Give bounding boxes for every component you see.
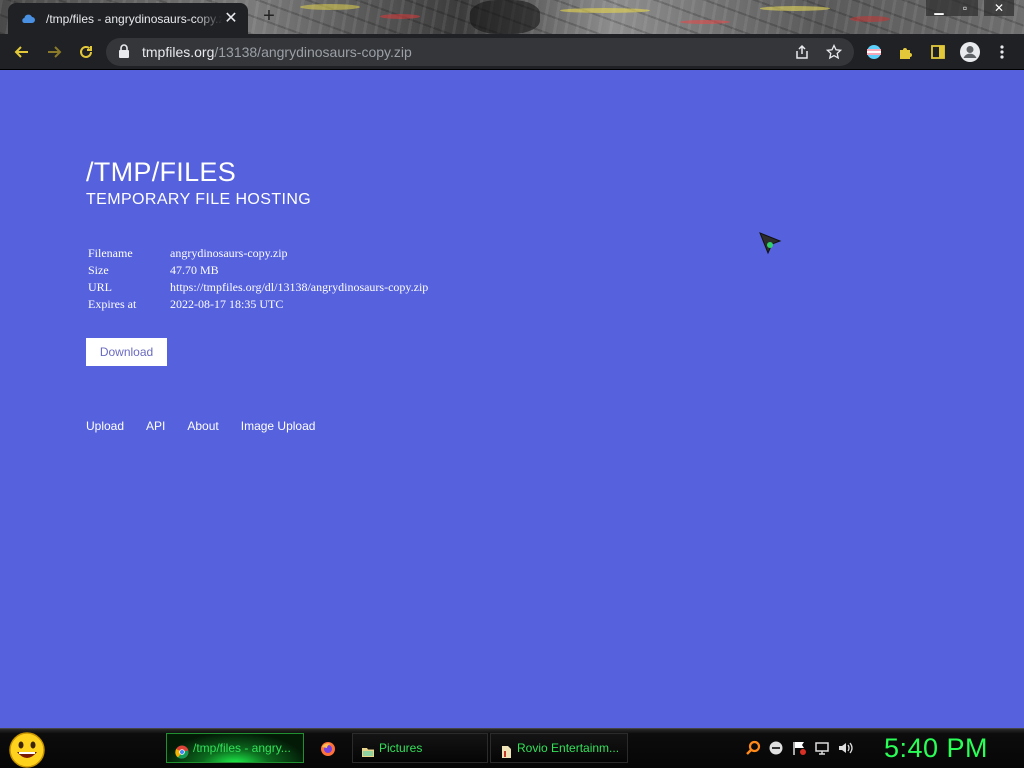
footer-link-about[interactable]: About [187,419,218,433]
url-path: /13138/angrydinosaurs-copy.zip [214,44,412,60]
taskbar-task-label: Rovio Entertainm... [517,741,620,755]
tab-title: /tmp/files - angrydinosaurs-copy.zip [46,11,222,26]
address-bar[interactable]: tmpfiles.org/13138/angrydinosaurs-copy.z… [106,38,854,66]
file-info-row: Filename angrydinosaurs-copy.zip [88,245,428,262]
cloud-favicon-icon [20,11,36,27]
browser-title-bar: /tmp/files - angrydinosaurs-copy.zip ✕ +… [0,0,1024,34]
browser-toolbar: tmpfiles.org/13138/angrydinosaurs-copy.z… [0,34,1024,70]
footer-nav: Upload API About Image Upload [86,419,337,433]
taskbar-task[interactable]: Rovio Entertainm... [490,733,628,763]
smiley-start-icon [9,732,45,768]
share-button[interactable] [788,38,816,66]
file-info-row: Size 47.70 MB [88,262,428,279]
wallpaper-splat [470,0,540,34]
minimize-button[interactable]: ▁ [926,0,952,16]
taskbar-task-label: /tmp/files - angry... [193,741,291,755]
forward-button[interactable] [40,38,68,66]
file-info-key: Expires at [88,297,137,311]
document-icon [499,741,513,758]
forward-arrow-icon [48,46,62,58]
wallpaper-splat [680,20,730,24]
file-info-row: URL https://tmpfiles.org/dl/13138/angrydi… [88,279,428,296]
maximize-button[interactable]: ▫ [952,0,978,16]
new-tab-button[interactable]: + [258,5,280,27]
wallpaper-splat [560,8,650,13]
footer-link-image-upload[interactable]: Image Upload [241,419,316,433]
star-icon [826,44,842,60]
taskbar-task[interactable]: Pictures [352,733,488,763]
taskbar-task[interactable]: /tmp/files - angry... [166,733,304,763]
download-button[interactable]: Download [86,338,167,366]
file-info-key: Filename [88,246,133,260]
mouse-cursor-icon [758,231,784,262]
footer-link-upload[interactable]: Upload [86,419,124,433]
page-title: /TMP/FILES [86,157,237,187]
file-info-value: angrydinosaurs-copy.zip [170,246,288,260]
avatar-icon [960,42,980,62]
file-info-value: https://tmpfiles.org/dl/13138/angrydinos… [170,280,429,294]
firefox-icon [320,739,336,756]
browser-tab-active[interactable]: /tmp/files - angrydinosaurs-copy.zip ✕ [8,3,248,34]
page-subtitle: TEMPORARY FILE HOSTING [86,191,312,208]
chrome-icon [175,741,189,759]
share-icon [796,44,808,59]
wallpaper-splat [850,16,890,22]
wallpaper-splat [380,14,420,19]
search-icon[interactable] [744,739,761,756]
volume-icon[interactable] [836,739,853,756]
flag-extension-button[interactable] [860,38,888,66]
taskbar-clock[interactable]: 5:40 PM [884,733,988,764]
footer-link-api[interactable]: API [146,419,165,433]
network-icon[interactable] [767,739,784,756]
profile-button[interactable] [956,38,984,66]
taskbar-task-label: Pictures [379,741,423,755]
file-info-key: Size [88,263,109,277]
action-center-flag-icon[interactable] [790,739,807,756]
tab-close-icon[interactable]: ✕ [222,10,240,28]
reload-icon [80,45,92,58]
display-icon[interactable] [813,739,830,756]
file-info-table: Filename angrydinosaurs-copy.zip Size 47.70… [88,245,428,313]
start-button[interactable] [8,731,46,768]
lock-icon[interactable] [118,44,130,63]
page-content: /TMP/FILES TEMPORARY FILE HOSTING Filena… [0,71,1024,728]
taskbar-task[interactable] [312,733,344,763]
kebab-menu-icon [1000,45,1004,59]
menu-button[interactable] [988,38,1016,66]
extensions-button[interactable] [892,38,920,66]
side-panel-icon [931,45,945,59]
taskbar: /tmp/files - angry... Pictures Rovio Enter… [0,728,1024,768]
wallpaper-splat [300,4,360,10]
url-text: tmpfiles.org/13138/angrydinosaurs-copy.z… [142,44,412,60]
file-info-value: 47.70 MB [170,263,219,277]
close-window-button[interactable]: ✕ [984,0,1014,16]
reload-button[interactable] [72,38,100,66]
back-button[interactable] [8,38,36,66]
side-panel-button[interactable] [924,38,952,66]
file-info-value: 2022-08-17 18:35 UTC [170,297,284,311]
url-host: tmpfiles.org [142,44,215,60]
file-info-row: Expires at 2022-08-17 18:35 UTC [88,296,428,313]
bookmark-button[interactable] [820,38,848,66]
back-arrow-icon [14,46,28,58]
folder-icon [361,741,375,757]
puzzle-icon [900,48,912,59]
file-info-key: URL [88,280,112,294]
trans-flag-icon [867,45,881,59]
system-tray [744,739,853,756]
wallpaper-splat [760,6,830,11]
